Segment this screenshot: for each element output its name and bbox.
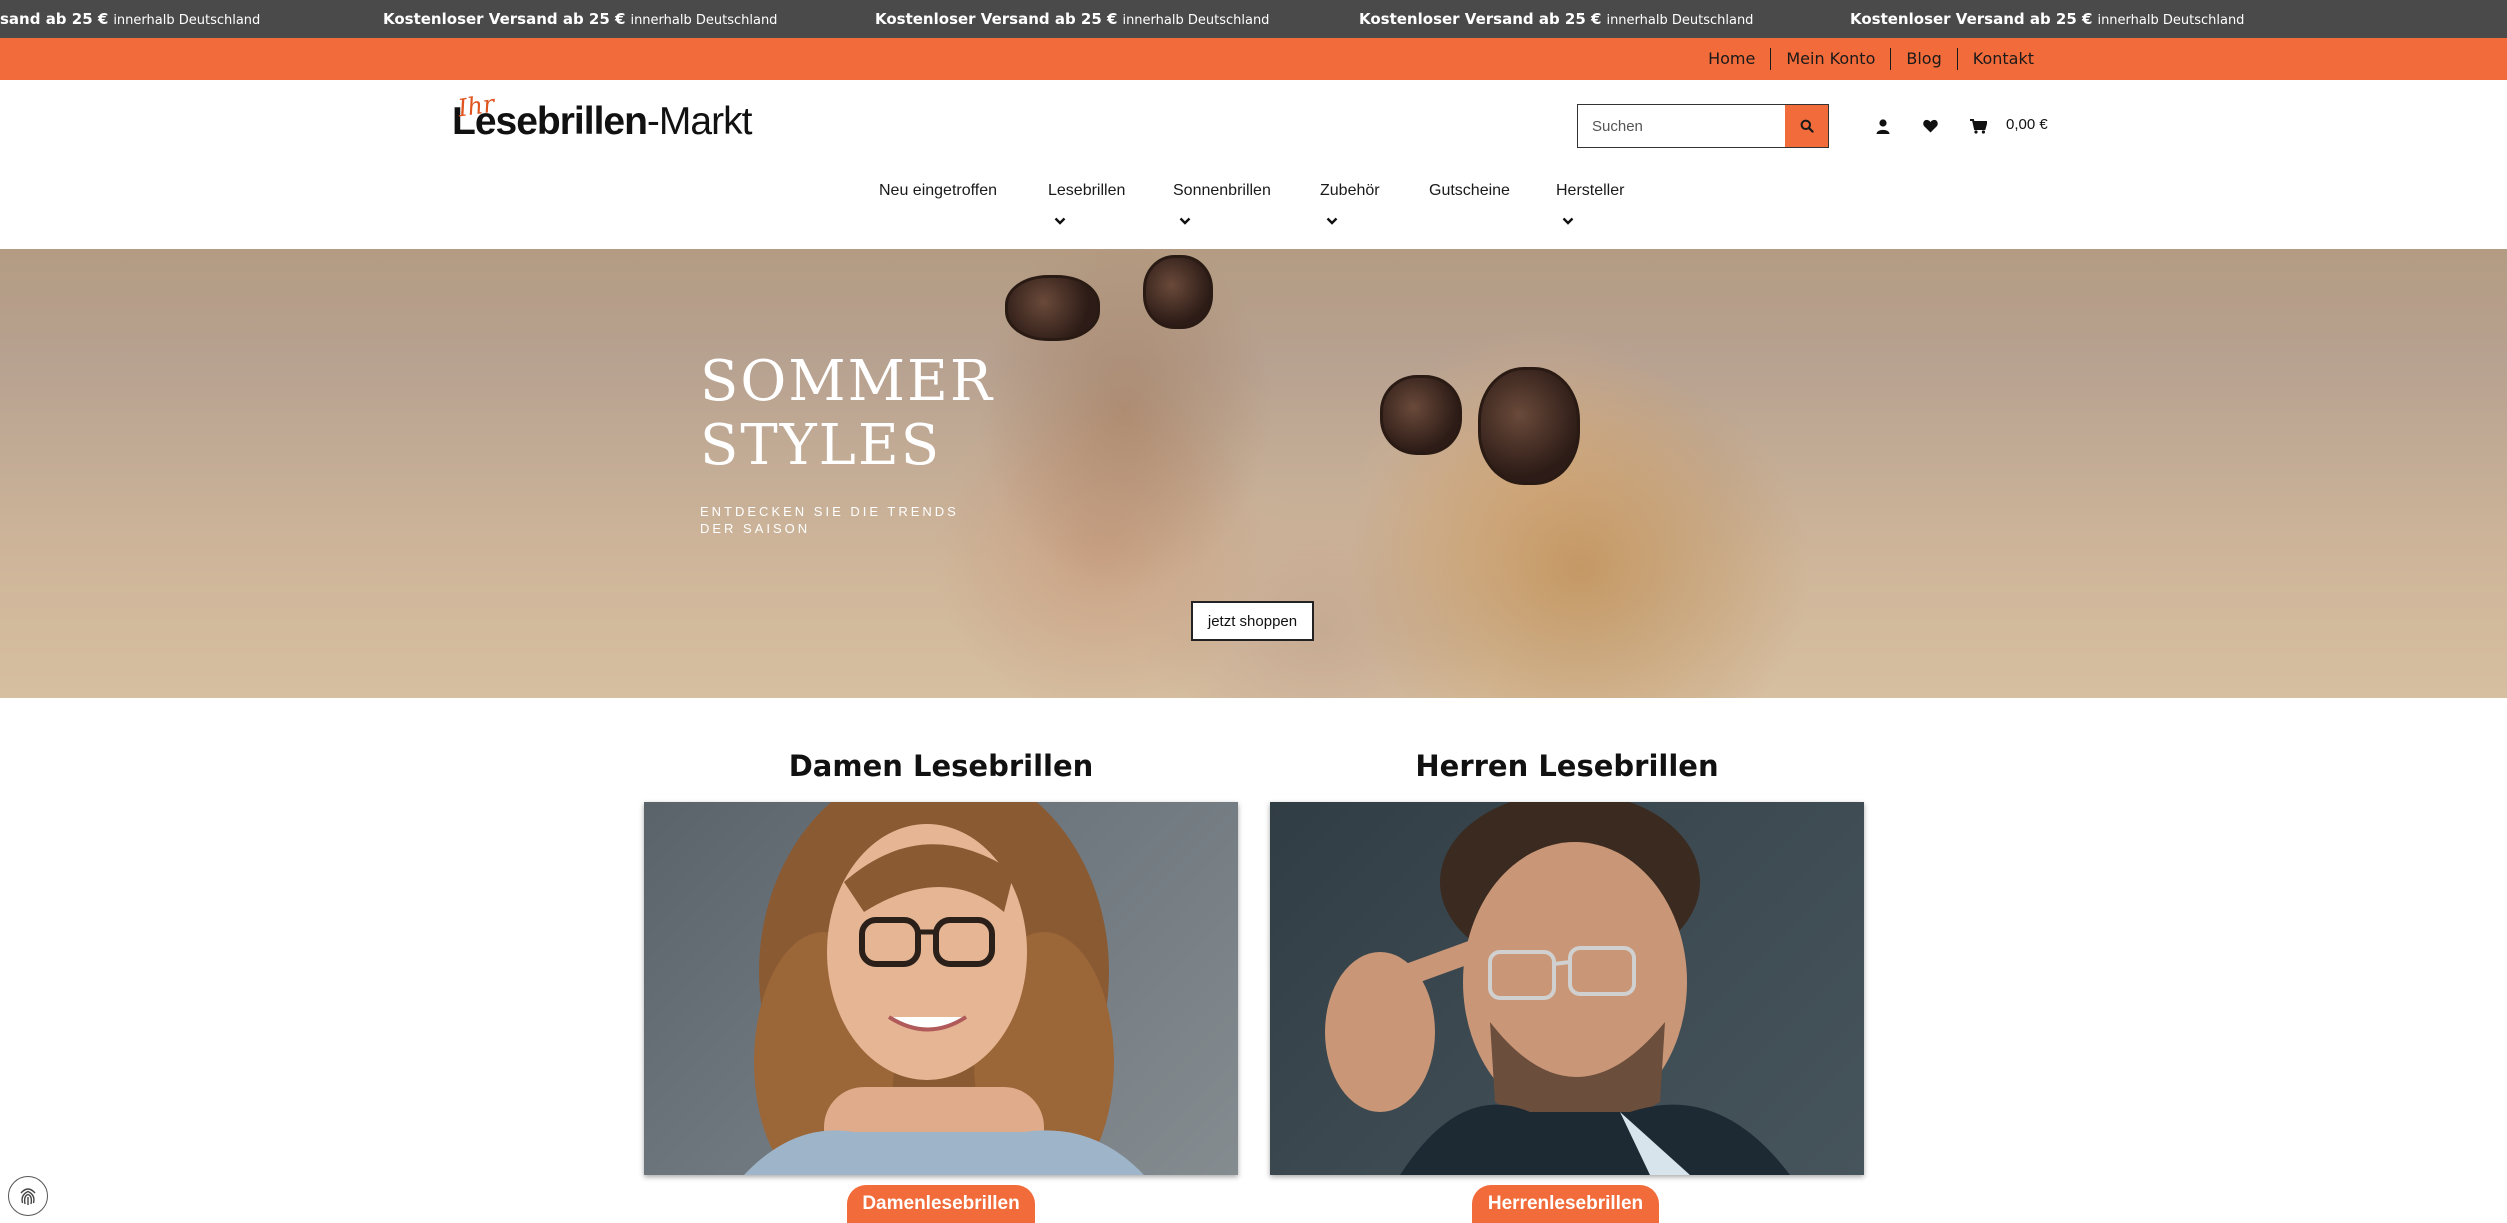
nav-item-accessories[interactable]: Zubehör [1320,182,1380,200]
chevron-down-icon[interactable] [1053,216,1067,226]
user-icon [1876,118,1890,134]
nav-link-account[interactable]: Mein Konto [1770,48,1890,70]
chevron-down-icon[interactable] [1561,216,1575,226]
nav-item-reading-glasses[interactable]: Lesebrillen [1048,182,1125,200]
category-title-men: Herren Lesebrillen [1415,749,1719,783]
men-category-button[interactable]: Herrenlesebrillen [1472,1185,1659,1223]
sunglasses-lens [1380,375,1462,455]
sunglasses-lens [1005,275,1100,341]
cart-icon [1969,118,1987,134]
nav-item-new[interactable]: Neu eingetroffen [879,182,997,200]
nav-item-sunglasses[interactable]: Sonnenbrillen [1173,182,1271,200]
chevron-down-icon[interactable] [1178,216,1192,226]
nav-link-contact[interactable]: Kontakt [1956,48,2049,70]
wishlist-button[interactable] [1918,114,1942,138]
service-nav: Home Mein Konto Blog Kontakt [0,38,2507,80]
category-image-women[interactable] [644,802,1238,1175]
search-input[interactable] [1577,104,1785,148]
hero-title: SOMMER STYLES [700,349,994,478]
sunglasses-lens [1478,367,1580,485]
announcement-item: sand ab 25 € innerhalb Deutschland [0,10,261,28]
hero-subtitle: ENTDECKEN SIE DIE TRENDS DER SAISON [700,504,959,536]
search-icon [1800,119,1814,133]
nav-link-home[interactable]: Home [1693,48,1770,70]
announcement-item: Kostenloser Versand ab 25 € innerhalb Deu… [1850,10,2245,28]
nav-item-manufacturers[interactable]: Hersteller [1556,182,1624,200]
hero-shop-button[interactable]: jetzt shoppen [1191,601,1314,641]
logo-script: Ihr [456,89,497,123]
site-logo[interactable]: Lesebrillen-Markt Ihr [450,90,752,156]
main-nav: Neu eingetroffen Lesebrillen Sonnenbrill… [0,182,2507,232]
announcement-item: Kostenloser Versand ab 25 € innerhalb Deu… [1359,10,1754,28]
category-title-women: Damen Lesebrillen [788,749,1094,783]
category-image-men[interactable] [1270,802,1864,1175]
fingerprint-icon [20,1188,36,1205]
announcement-item: Kostenloser Versand ab 25 € innerhalb Deu… [383,10,778,28]
announcement-bar: sand ab 25 € innerhalb Deutschland Kosten… [0,0,2507,38]
cart-button[interactable] [1966,114,1990,138]
cookie-settings-button[interactable] [8,1176,48,1216]
women-category-button[interactable]: Damenlesebrillen [847,1185,1035,1223]
account-button[interactable] [1871,114,1895,138]
nav-item-vouchers[interactable]: Gutscheine [1429,182,1510,200]
search-button[interactable] [1785,104,1829,148]
nav-link-blog[interactable]: Blog [1890,48,1956,70]
search-form [1577,104,1829,148]
logo-wordmark: Lesebrillen-Markt [452,100,752,143]
heart-icon [1922,119,1938,133]
cart-total[interactable]: 0,00 € [2006,116,2048,133]
woman-portrait [744,802,1144,1175]
man-portrait [1325,802,1790,1175]
announcement-item: Kostenloser Versand ab 25 € innerhalb Deu… [875,10,1270,28]
chevron-down-icon[interactable] [1325,216,1339,226]
sunglasses-lens [1143,255,1213,329]
